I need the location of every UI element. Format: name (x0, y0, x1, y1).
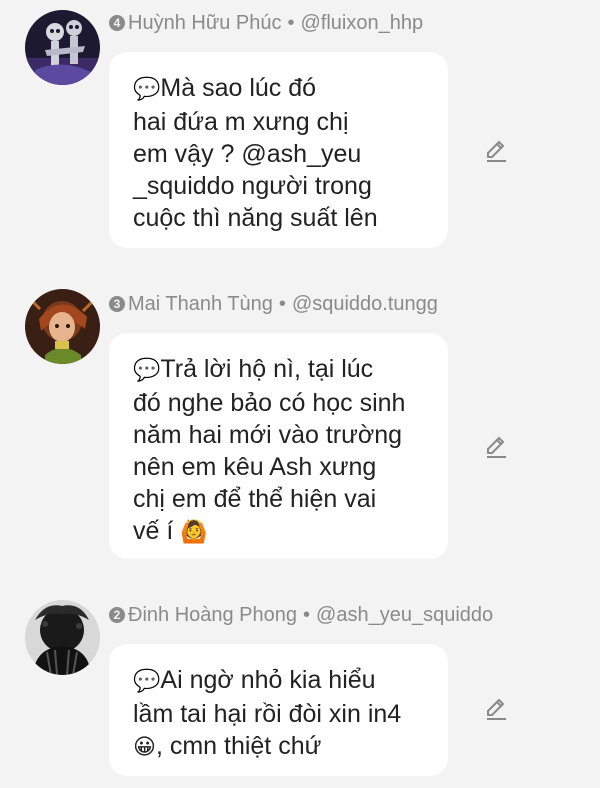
author-handle[interactable]: @ash_yeu_squiddo (316, 604, 493, 626)
anime-character-avatar (25, 289, 100, 364)
comment-header: 2 Đinh Hoàng Phong • @ash_yeu_squiddo (109, 600, 493, 630)
comment-text-tail: , cmn thiệt chứ (155, 732, 322, 760)
rank-badge: 3 (109, 296, 125, 312)
speech-balloon-icon: 💬 (133, 358, 161, 383)
avatar[interactable] (25, 600, 100, 675)
dark-silhouette-avatar (25, 600, 100, 675)
author-name[interactable]: Đinh Hoàng Phong (128, 604, 297, 626)
speech-balloon-icon: 💬 (133, 77, 161, 102)
author-handle[interactable]: @squiddo.tungg (292, 293, 438, 315)
person-gesturing-ok-icon: 🙆 (180, 520, 208, 545)
comment-bubble[interactable]: 💬Mà sao lúc đó hai đứa m xưng chị em vậy… (109, 52, 448, 248)
comment-header: 3 Mai Thanh Tùng • @squiddo.tungg (109, 289, 438, 319)
author-name[interactable]: Huỳnh Hữu Phúc (128, 12, 281, 34)
skeleton-couple-avatar (25, 10, 100, 85)
author-handle[interactable]: @fluixon_hhp (300, 12, 423, 34)
separator: • (303, 604, 311, 626)
grinning-face-icon: 😀 (133, 735, 156, 760)
avatar[interactable] (25, 10, 100, 85)
edit-icon[interactable] (484, 139, 508, 163)
comment-bubble[interactable]: 💬Trả lời hộ nì, tại lúc đó nghe bảo có h… (109, 333, 448, 559)
separator: • (278, 293, 286, 315)
rank-badge: 4 (109, 15, 125, 31)
edit-icon[interactable] (484, 697, 508, 721)
edit-icon[interactable] (484, 435, 508, 459)
comment-text: Trả lời hộ nì, tại lúc đó nghe bảo có họ… (133, 355, 406, 545)
comment-text: Mà sao lúc đó hai đứa m xưng chị em vậy … (133, 74, 378, 232)
author-name[interactable]: Mai Thanh Tùng (128, 293, 273, 315)
comment-text: Ai ngờ nhỏ kia hiểu lầm tai hại rồi đòi … (133, 666, 402, 728)
avatar[interactable] (25, 289, 100, 364)
separator: • (287, 12, 295, 34)
comment-header: 4 Huỳnh Hữu Phúc • @fluixon_hhp (109, 8, 423, 38)
comment-bubble[interactable]: 💬Ai ngờ nhỏ kia hiểu lầm tai hại rồi đòi… (109, 644, 448, 776)
rank-badge: 2 (109, 607, 125, 623)
speech-balloon-icon: 💬 (133, 669, 161, 694)
comment-thread: 4 Huỳnh Hữu Phúc • @fluixon_hhp 💬Mà sao lúc… (0, 0, 600, 788)
